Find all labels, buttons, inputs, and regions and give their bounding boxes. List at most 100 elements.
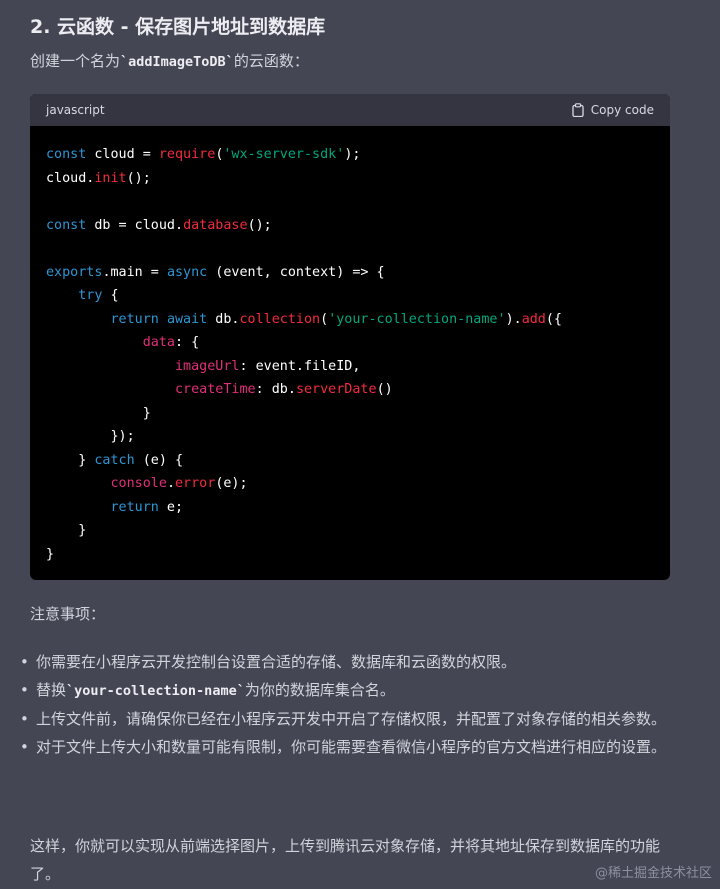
- code-line: data: {: [46, 335, 199, 350]
- inline-code-collection-name: `your-collection-name`: [66, 683, 245, 699]
- code-plain: [46, 288, 78, 303]
- note-text-after: 为你的数据库集合名。: [244, 681, 395, 699]
- code-keyword: exports: [46, 264, 103, 280]
- code-line: } catch (e) {: [46, 453, 183, 468]
- list-item: • 你需要在小程序云开发控制台设置合适的存储、数据库和云函数的权限。: [20, 648, 670, 676]
- code-line: createTime: db.serverDate(): [46, 382, 393, 397]
- code-line: }: [46, 547, 54, 562]
- code-plain: .main =: [102, 264, 167, 280]
- code-plain: [46, 500, 111, 515]
- code-string: 'wx-server-sdk': [223, 147, 345, 162]
- bullet-icon: •: [20, 681, 29, 699]
- notes-list: • 你需要在小程序云开发控制台设置合适的存储、数据库和云函数的权限。 • 替换`yo…: [20, 648, 670, 761]
- code-line: }: [46, 523, 86, 538]
- code-line: });: [46, 429, 135, 444]
- note-text: 你需要在小程序云开发控制台设置合适的存储、数据库和云函数的权限。: [36, 653, 517, 671]
- code-function: database: [183, 217, 248, 233]
- code-property: data: [142, 335, 175, 350]
- conclusion-paragraph: 这样，你就可以实现从前端选择图片，上传到腾讯云对象存储，并将其地址保存到数据库的…: [30, 837, 661, 883]
- code-line: return await db.collection('your-collect…: [46, 311, 563, 327]
- intro-text-after: 的云函数：: [233, 52, 309, 70]
- intro-text-before: 创建一个名为: [30, 52, 121, 70]
- code-function: serverDate: [295, 382, 377, 397]
- code-plain: (e);: [215, 476, 248, 491]
- bullet-icon: •: [20, 738, 29, 756]
- intro-paragraph: 创建一个名为`addImageToDB`的云函数：: [30, 50, 309, 71]
- code-plain: ({: [545, 311, 562, 327]
- code-property: console: [110, 476, 167, 491]
- code-plain: [159, 312, 167, 327]
- code-plain: : {: [175, 335, 200, 350]
- code-keyword: await: [166, 311, 208, 327]
- code-plain: }: [46, 405, 151, 421]
- code-line: try {: [46, 288, 118, 303]
- code-keyword: return: [110, 311, 159, 327]
- code-keyword: const: [46, 147, 87, 162]
- code-plain: cloud =: [86, 147, 159, 162]
- code-property: imageUrl: [175, 358, 240, 374]
- code-plain: [46, 382, 175, 397]
- code-function: collection: [239, 311, 321, 327]
- code-block: javascript Copy code const cloud = requi…: [30, 94, 670, 580]
- note-text-before: 替换: [36, 681, 67, 699]
- code-plain: db.: [207, 311, 240, 327]
- code-line: const db = cloud.database();: [46, 218, 272, 233]
- code-plain: : db.: [255, 382, 296, 397]
- note-text: 对于文件上传大小和数量可能有限制，你可能需要查看微信小程序的官方文档进行相应的设…: [36, 738, 667, 756]
- code-line: cloud.init();: [46, 171, 151, 186]
- code-plain: }: [46, 546, 55, 562]
- code-keyword: async: [166, 264, 208, 280]
- code-plain: (e) {: [134, 452, 184, 468]
- bullet-icon: •: [20, 710, 29, 728]
- code-language-label: javascript: [46, 103, 105, 117]
- code-line: exports.main = async (event, context) =>…: [46, 265, 385, 280]
- code-keyword: return: [110, 499, 159, 515]
- copy-code-button[interactable]: Copy code: [572, 103, 654, 117]
- code-plain: }: [46, 452, 95, 468]
- code-plain: );: [344, 147, 361, 162]
- code-plain: [46, 359, 175, 374]
- code-plain: cloud.: [46, 170, 95, 186]
- watermark: @稀土掘金技术社区: [594, 866, 712, 881]
- list-item: • 替换`your-collection-name`为你的数据库集合名。: [20, 676, 670, 705]
- code-plain: ();: [126, 170, 151, 186]
- code-string: 'your-collection-name': [328, 311, 506, 327]
- code-function: error: [175, 476, 216, 491]
- list-item: • 对于文件上传大小和数量可能有限制，你可能需要查看微信小程序的官方文档进行相应的…: [20, 733, 670, 761]
- code-plain: e;: [158, 499, 184, 515]
- code-keyword: catch: [94, 452, 135, 468]
- code-keyword: try: [78, 288, 103, 303]
- code-plain: db = cloud.: [86, 217, 184, 233]
- code-plain: });: [46, 429, 135, 444]
- code-plain: [46, 335, 143, 350]
- note-text: 上传文件前，请确保你已经在小程序云开发中开启了存储权限，并配置了对象存储的相关参…: [36, 710, 667, 728]
- code-plain: }: [46, 523, 87, 538]
- notes-title: 注意事项：: [30, 605, 106, 623]
- code-function: init: [94, 170, 127, 186]
- code-plain: (: [320, 311, 329, 327]
- clipboard-icon: [572, 103, 584, 117]
- code-line: const cloud = require('wx-server-sdk');: [46, 147, 360, 162]
- code-property: createTime: [175, 382, 256, 397]
- code-plain: [46, 312, 111, 327]
- code-line: console.error(e);: [46, 476, 248, 491]
- section-heading: 2. 云函数 - 保存图片地址到数据库: [30, 16, 326, 38]
- code-plain: (event, context) => {: [207, 264, 385, 280]
- code-function: require: [158, 147, 216, 162]
- code-line: imageUrl: event.fileID,: [46, 359, 360, 374]
- code-line: return e;: [46, 499, 184, 515]
- code-plain: [46, 476, 111, 491]
- list-item: • 上传文件前，请确保你已经在小程序云开发中开启了存储权限，并配置了对象存储的相关…: [20, 705, 670, 733]
- code-content: const cloud = require('wx-server-sdk'); …: [30, 126, 670, 566]
- code-plain: (): [376, 382, 393, 397]
- bullet-icon: •: [20, 653, 29, 671]
- code-plain: : event.fileID,: [239, 358, 361, 374]
- code-plain: ();: [247, 217, 272, 233]
- code-keyword: const: [46, 217, 87, 233]
- inline-code-function-name: `addImageToDB`: [120, 54, 234, 70]
- code-line: }: [46, 406, 151, 421]
- code-block-header: javascript Copy code: [30, 94, 670, 126]
- code-plain: ).: [505, 311, 522, 327]
- code-plain: .: [166, 476, 175, 491]
- copy-code-label: Copy code: [590, 103, 654, 117]
